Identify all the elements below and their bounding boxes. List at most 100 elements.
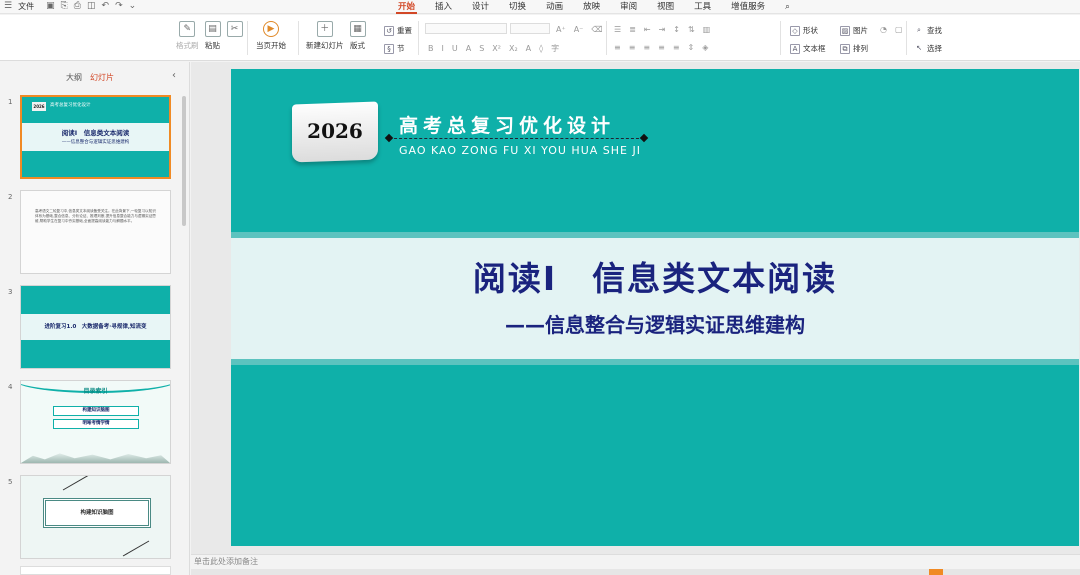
shape-icon: ◇ [790,25,800,36]
tab-animation[interactable]: 动画 [536,0,573,14]
line-spacing-icon[interactable]: ↕ [673,25,680,34]
cut-copy-buttons[interactable]: ✂ [226,21,243,40]
file-menu[interactable]: 文件 [18,1,34,12]
font-format-row: B I U A S X² X₂ A ◊ 字 [428,43,559,54]
slide-editor-canvas: 2026 高考总复习优化设计 GAO KAO ZONG FU XI YOU HU… [191,62,1080,554]
start-from-current-button[interactable]: ▶ 当页开始 [256,21,286,51]
play-icon: ▶ [263,21,279,37]
section-button[interactable]: § 节 [384,43,405,54]
reset-button[interactable]: ↺ 重置 [384,25,412,36]
font-color-icon[interactable]: A [526,44,531,53]
numbered-list-icon[interactable]: ≣ [629,25,636,34]
font-size-select[interactable] [510,23,550,34]
panel-scrollbar[interactable] [182,96,186,226]
redo-icon[interactable]: ↷ [115,2,123,11]
print-icon[interactable]: ⎙ [74,2,81,11]
layout-button[interactable]: ▦ 版式 [349,21,366,51]
slide-thumbnail-1[interactable]: 2026 高考总复习优化设计 阅读Ⅰ 信息类文本阅读 ——信息整合与逻辑实证思维… [20,95,171,179]
undo-icon[interactable]: ↶ [102,2,110,11]
panel-tabs: 大纲 幻灯片 [66,72,114,83]
slide-thumbnail-6[interactable] [20,566,171,575]
clipboard-icon: ▤ [204,21,221,37]
status-indicator[interactable] [929,569,943,575]
tab-insert[interactable]: 插入 [425,0,462,14]
preview-icon[interactable]: ◫ [87,2,96,11]
align-left-icon[interactable]: ≡ [614,43,621,52]
tab-design[interactable]: 设计 [462,0,499,14]
diamond-icon [639,133,649,143]
notes-input[interactable]: 单击此处添加备注 [191,554,1080,568]
char-spacing-icon[interactable]: 字 [551,43,559,54]
superscript-icon[interactable]: X² [492,44,501,53]
justify-icon[interactable]: ≡ [658,43,665,52]
textbox-icon: A [790,43,800,54]
font-size-row: A⁺ A⁻ ⌫ [556,25,603,34]
slide-thumbnail-3[interactable]: 进阶复习1.0 大数据备考·寻规律,知流变 [20,285,171,369]
thumb-title: 目录索引 [83,388,108,395]
bullet-list-icon[interactable]: ☰ [614,25,621,34]
subscript-icon[interactable]: X₂ [509,44,518,53]
font-name-select[interactable] [425,23,507,34]
textbox-button[interactable]: A 文本框 [790,43,826,54]
magnifier-icon: ⌕ [917,25,921,34]
export-icon[interactable]: ⎘ [61,2,68,11]
bold-icon[interactable]: B [428,44,434,53]
tab-home[interactable]: 开始 [388,0,425,14]
status-bar [191,569,1080,575]
smart-art-icon[interactable]: ◈ [702,43,708,52]
increase-indent-icon[interactable]: ⇥ [659,25,666,34]
text-direction-icon[interactable]: ⇅ [688,25,695,34]
save-icon[interactable]: ▣ [46,2,55,11]
ribbon-divider [906,21,907,55]
italic-icon[interactable]: I [442,44,444,53]
reset-icon: ↺ [384,25,394,36]
new-slide-button[interactable]: ＋新建幻灯片 [306,21,344,51]
align-center-icon[interactable]: ≡ [629,43,636,52]
find-button[interactable]: ⌕ 查找 [914,25,942,36]
slide-thumbnail-4[interactable]: 目录索引 构建知识脑图 明晰考情学情 [20,380,171,464]
slideshow-group: ▶ 当页开始 [256,21,286,51]
tab-slides[interactable]: 幻灯片 [90,72,114,83]
slide-subtitle[interactable]: ——信息整合与逻辑实证思维建构 [231,309,1079,338]
menu-icon[interactable]: ☰ [4,2,12,11]
tab-review[interactable]: 审阅 [610,0,647,14]
slide-thumbnail-2[interactable]: 高考语文二轮复习中,信息类文本阅读备受关注。在此背景下,一轮复习以知识体系为基础… [20,190,171,274]
tab-view[interactable]: 视图 [647,0,684,14]
chevron-down-icon[interactable]: ⌄ [129,2,137,11]
highlight-icon[interactable]: ◊ [539,44,543,53]
font-grow-icon[interactable]: A⁺ [556,25,566,34]
current-slide[interactable]: 2026 高考总复习优化设计 GAO KAO ZONG FU XI YOU HU… [231,69,1079,546]
paste-button[interactable]: ▤ 粘贴 [204,21,221,51]
picture-button[interactable]: ▨ 图片 [840,25,868,36]
format-painter-button[interactable]: ✎ 格式刷 [176,21,199,51]
tab-tools[interactable]: 工具 [684,0,721,14]
shape-button[interactable]: ◇ 形状 [790,25,818,36]
underline-icon[interactable]: U [452,44,458,53]
diamond-icon [384,133,394,143]
shadow-icon[interactable]: S [479,44,484,53]
arrange-button[interactable]: ⧉ 排列 [840,43,868,54]
collapse-panel-icon[interactable]: ‹ [172,70,176,81]
decrease-indent-icon[interactable]: ⇤ [644,25,651,34]
thumb-subtitle: ——信息整合与逻辑实证思维建构 [61,140,130,145]
menu-bar: ☰ 文件 ▣ ⎘ ⎙ ◫ ↶ ↷ ⌄ 开始 插入 设计 切换 动画 放映 审阅 … [0,0,1080,14]
align-right-icon[interactable]: ≡ [643,43,650,52]
tab-outline[interactable]: 大纲 [66,72,82,83]
ribbon-divider [298,21,299,55]
vertical-align-icon[interactable]: ⇕ [688,43,695,52]
columns-icon[interactable]: ▥ [703,25,711,34]
font-shrink-icon[interactable]: A⁻ [574,25,584,34]
tab-transition[interactable]: 切换 [499,0,536,14]
clear-format-icon[interactable]: ⌫ [591,25,602,34]
slide-title[interactable]: 阅读Ⅰ 信息类文本阅读 [231,252,1079,300]
tab-value-added[interactable]: 增值服务 [721,0,775,14]
section-icon: § [384,43,394,54]
fill-icon[interactable]: ◔ [880,25,887,34]
strikethrough-icon[interactable]: A [466,44,471,53]
select-button[interactable]: ↖ 选择 [914,43,942,54]
tab-slideshow[interactable]: 放映 [573,0,610,14]
slide-thumbnail-5[interactable]: 构建知识脑图 [20,475,171,559]
outline-icon[interactable]: ▢ [895,25,903,34]
distribute-icon[interactable]: ≡ [673,43,680,52]
search-icon[interactable]: ⌕ [775,0,800,14]
